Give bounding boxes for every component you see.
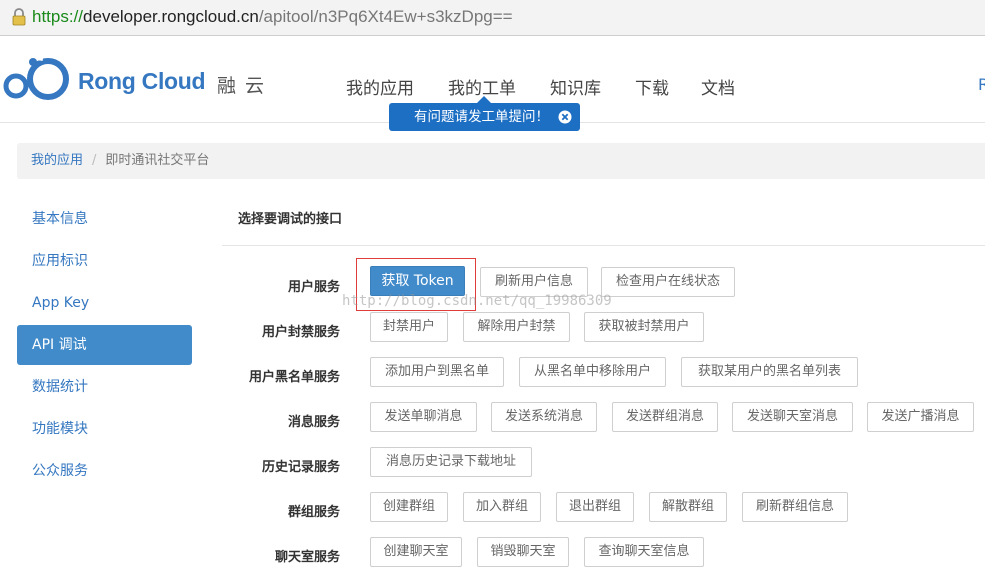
join-group-button[interactable]: 加入群组 <box>463 492 541 522</box>
send-system-message-button[interactable]: 发送系统消息 <box>491 402 597 432</box>
sidebar-item-app-id[interactable]: 应用标识 <box>17 241 192 281</box>
send-broadcast-message-button[interactable]: 发送广播消息 <box>867 402 974 432</box>
url-host: developer.rongcloud.cn <box>83 7 259 26</box>
quit-group-button[interactable]: 退出群组 <box>556 492 634 522</box>
rongcloud-logo-icon[interactable] <box>3 55 71 105</box>
nav-my-apps[interactable]: 我的应用 <box>346 74 414 99</box>
nav-knowledge-base[interactable]: 知识库 <box>550 74 601 99</box>
query-chatroom-info-button[interactable]: 查询聊天室信息 <box>584 537 704 567</box>
ban-user-button[interactable]: 封禁用户 <box>370 312 448 342</box>
row-label-history-service: 历史记录服务 <box>261 460 340 475</box>
send-chatroom-message-button[interactable]: 发送聊天室消息 <box>732 402 853 432</box>
row-label-blacklist-service: 用户黑名单服务 <box>248 370 340 385</box>
nav-download[interactable]: 下载 <box>635 74 669 99</box>
close-icon[interactable] <box>558 110 572 124</box>
send-private-message-button[interactable]: 发送单聊消息 <box>370 402 477 432</box>
send-group-message-button[interactable]: 发送群组消息 <box>612 402 718 432</box>
add-to-blacklist-button[interactable]: 添加用户到黑名单 <box>370 357 504 387</box>
dismiss-group-button[interactable]: 解散群组 <box>649 492 727 522</box>
row-label-group-service: 群组服务 <box>287 505 340 520</box>
get-banned-users-button[interactable]: 获取被封禁用户 <box>584 312 704 342</box>
row-label-message-service: 消息服务 <box>287 415 340 430</box>
create-group-button[interactable]: 创建群组 <box>370 492 448 522</box>
row-label-chatroom-service: 聊天室服务 <box>274 550 340 565</box>
sidebar-item-basic-info[interactable]: 基本信息 <box>17 199 192 239</box>
unban-user-button[interactable]: 解除用户封禁 <box>463 312 570 342</box>
watermark-text: http://blog.csdn.net/qq_19986309 <box>342 293 612 309</box>
history-download-url-button[interactable]: 消息历史记录下载地址 <box>370 447 532 477</box>
browser-address-bar[interactable]: https://developer.rongcloud.cn/apitool/n… <box>0 0 985 36</box>
get-blacklist-button[interactable]: 获取某用户的黑名单列表 <box>681 357 858 387</box>
section-title: 选择要调试的接口 <box>238 212 343 227</box>
url-scheme: https:// <box>32 7 84 26</box>
remove-from-blacklist-button[interactable]: 从黑名单中移除用户 <box>519 357 666 387</box>
breadcrumb-my-apps[interactable]: 我的应用 <box>31 153 83 168</box>
url-text[interactable]: https://developer.rongcloud.cn/apitool/n… <box>32 7 513 27</box>
divider <box>222 245 985 246</box>
destroy-chatroom-button[interactable]: 销毁聊天室 <box>477 537 569 567</box>
url-path: /apitool/n3Pq6Xt4Ew+s3kzDpg== <box>258 7 513 26</box>
row-label-user-ban-service: 用户封禁服务 <box>261 325 340 340</box>
breadcrumb-current: 即时通讯社交平台 <box>105 153 210 168</box>
nav-docs[interactable]: 文档 <box>701 74 735 99</box>
logo-text[interactable]: Rong Cloud <box>78 68 206 95</box>
row-label-user-service: 用户服务 <box>287 280 340 295</box>
refresh-group-info-button[interactable]: 刷新群组信息 <box>742 492 848 522</box>
tooltip-text: 有问题请发工单提问！ <box>414 109 549 125</box>
lock-icon <box>12 8 26 26</box>
ticket-tooltip[interactable]: 有问题请发工单提问！ <box>389 96 580 131</box>
create-chatroom-button[interactable]: 创建聊天室 <box>370 537 462 567</box>
logo-cn-text: 融云 <box>217 75 274 97</box>
breadcrumb: 我的应用 / 即时通讯社交平台 <box>17 143 985 179</box>
breadcrumb-separator: / <box>92 153 97 168</box>
check-online-status-button[interactable]: 检查用户在线状态 <box>601 267 735 297</box>
nav-right-partial[interactable]: R <box>978 75 985 94</box>
